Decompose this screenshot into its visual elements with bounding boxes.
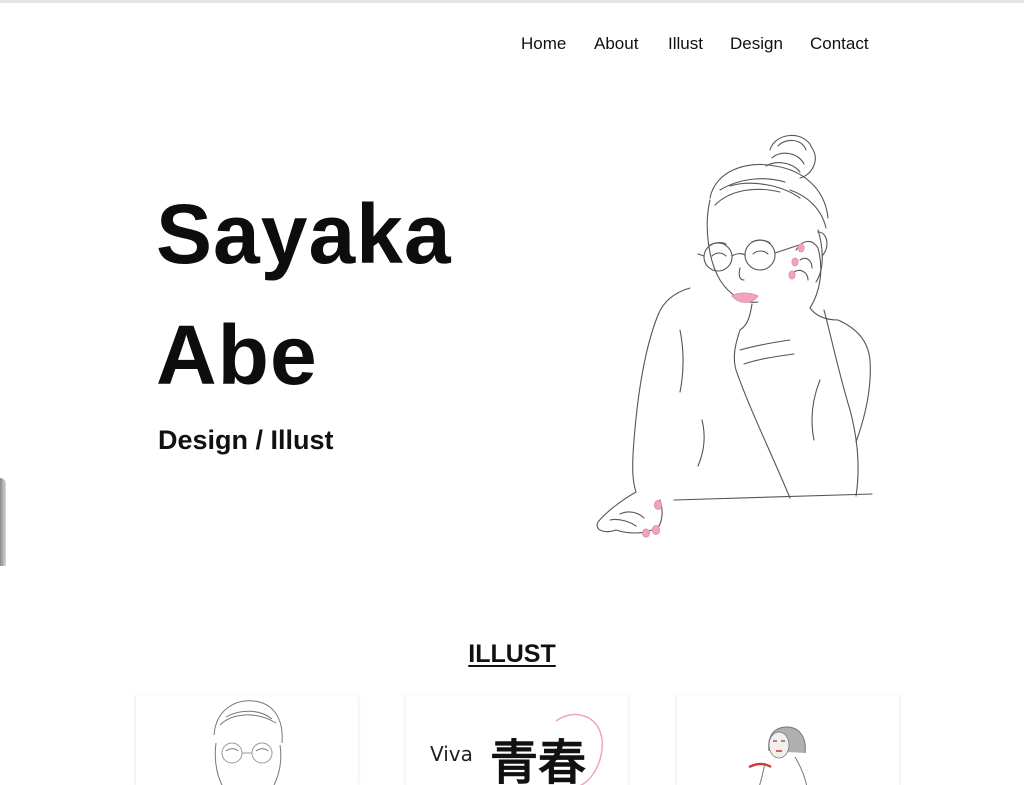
- nav-home[interactable]: Home: [521, 34, 566, 54]
- illust-card-woman-red[interactable]: [676, 695, 900, 785]
- nav-illust[interactable]: Illust: [668, 34, 703, 54]
- woman-red-thumbnail: [748, 726, 808, 785]
- seishun-text: 青春: [490, 735, 586, 785]
- nav-about[interactable]: About: [594, 34, 638, 54]
- nav-contact[interactable]: Contact: [810, 34, 869, 54]
- illust-section-title: ILLUST: [468, 640, 556, 668]
- main-nav: Home About Illust Design Contact: [0, 30, 1024, 60]
- seishun-thumbnail: Viva 青春: [430, 713, 603, 785]
- hero-first-name: Sayaka: [156, 187, 452, 281]
- illust-card-glasses-woman[interactable]: [135, 695, 359, 785]
- hero-subtitle: Design / Illust: [158, 425, 334, 455]
- illust-card-seishun[interactable]: Viva 青春: [405, 695, 629, 785]
- side-tab[interactable]: [0, 478, 6, 566]
- nav-design[interactable]: Design: [730, 34, 783, 54]
- viva-text: Viva: [430, 742, 473, 766]
- hero-portrait-illustration: [596, 134, 873, 538]
- glasses-woman-thumbnail: [213, 700, 283, 785]
- hero-last-name: Abe: [156, 308, 318, 402]
- top-divider: [0, 0, 1024, 3]
